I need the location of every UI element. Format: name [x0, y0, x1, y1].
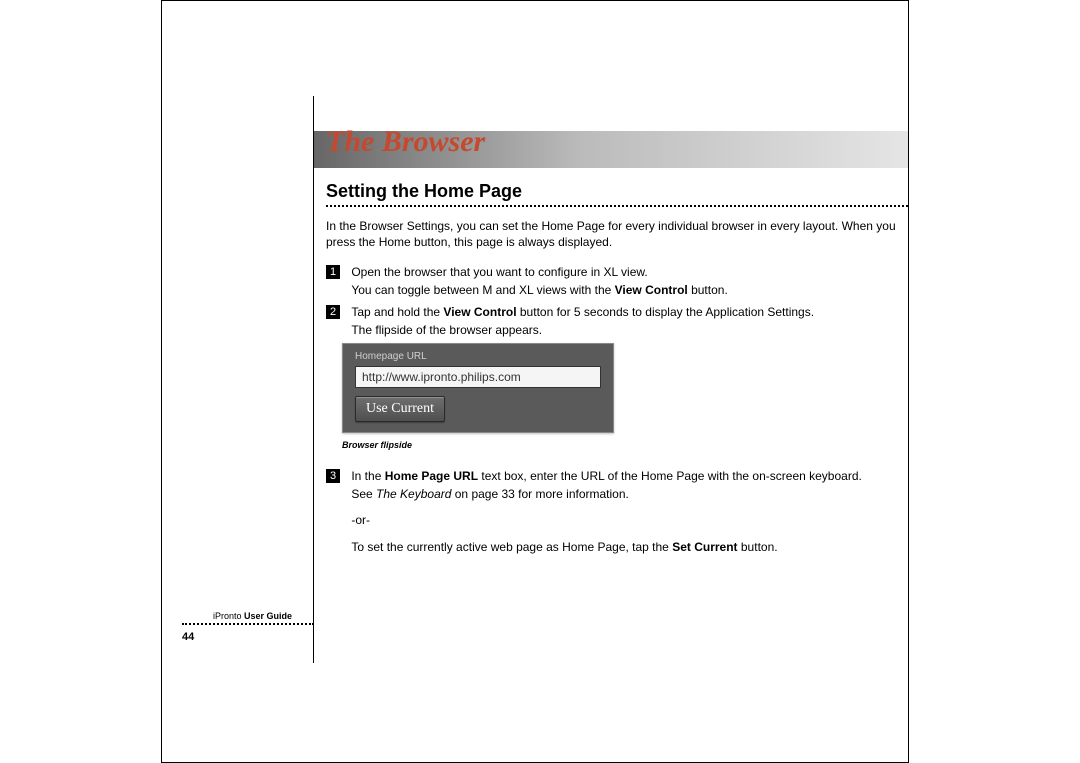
step-2: 2 Tap and hold the View Control button f… — [326, 304, 898, 338]
page-number: 44 — [182, 631, 194, 643]
or-text: -or- — [351, 512, 893, 528]
text: on page 33 for more information. — [451, 487, 628, 501]
chapter-title: The Browser — [326, 125, 485, 159]
step-number-badge: 3 — [326, 469, 340, 483]
keyboard-ref: The Keyboard — [376, 487, 451, 501]
text: In the — [351, 469, 384, 483]
step-subtext: See The Keyboard on page 33 for more inf… — [351, 486, 893, 502]
step-number-badge: 1 — [326, 265, 340, 279]
text: text box, enter the URL of the Home Page… — [478, 469, 862, 483]
step-subtext: You can toggle between M and XL views wi… — [351, 282, 893, 298]
text: You can toggle between M and XL views wi… — [351, 283, 614, 297]
text: button. — [688, 283, 728, 297]
homepage-url-label: Homepage URL — [355, 351, 601, 362]
text: button for 5 seconds to display the Appl… — [517, 305, 815, 319]
step-body: In the Home Page URL text box, enter the… — [351, 468, 893, 555]
step-number-badge: 2 — [326, 305, 340, 319]
screenshot-caption: Browser flipside — [342, 440, 412, 450]
step-1: 1 Open the browser that you want to conf… — [326, 264, 898, 298]
view-control-label: View Control — [615, 283, 688, 297]
step-3: 3 In the Home Page URL text box, enter t… — [326, 468, 898, 555]
product-name: iPronto — [213, 611, 242, 621]
intro-paragraph: In the Browser Settings, you can set the… — [326, 219, 898, 250]
guide-label: User Guide — [242, 611, 293, 621]
text: See — [351, 487, 376, 501]
step-body: Open the browser that you want to config… — [351, 264, 893, 298]
browser-flipside-screenshot: Homepage URL Use Current — [342, 343, 614, 433]
text: To set the currently active web page as … — [351, 540, 672, 554]
home-page-url-label: Home Page URL — [385, 469, 478, 483]
dotted-rule — [326, 205, 908, 207]
step-body: Tap and hold the View Control button for… — [351, 304, 893, 338]
set-current-label: Set Current — [672, 540, 737, 554]
view-control-label: View Control — [443, 305, 516, 319]
use-current-button[interactable]: Use Current — [355, 396, 445, 422]
step-subtext: The flipside of the browser appears. — [351, 322, 893, 338]
text: button. — [738, 540, 778, 554]
homepage-url-input[interactable] — [355, 366, 601, 388]
vertical-rule — [313, 96, 314, 663]
step-text: Open the browser that you want to config… — [351, 265, 647, 279]
section-heading: Setting the Home Page — [326, 181, 522, 202]
dotted-rule-footer — [182, 623, 314, 625]
text: Tap and hold the — [351, 305, 443, 319]
step-subtext: To set the currently active web page as … — [351, 539, 893, 555]
footer-guide: iPronto User Guide — [213, 611, 292, 621]
manual-page: The Browser Setting the Home Page In the… — [161, 0, 909, 763]
